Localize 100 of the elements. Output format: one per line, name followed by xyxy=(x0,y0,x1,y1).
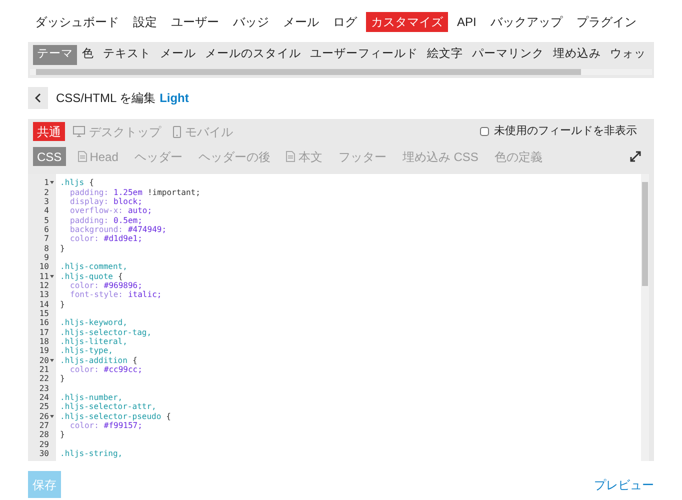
code-token: .hljs-selector-tag, xyxy=(60,328,152,337)
sub-nav-tab[interactable]: 埋め込み xyxy=(549,45,605,65)
page-title: CSS/HTML を編集 xyxy=(56,90,156,107)
code-token: overflow-x: xyxy=(69,206,123,216)
fold-caret-icon[interactable] xyxy=(50,274,54,278)
code-token: color: xyxy=(69,234,99,244)
nav-tab[interactable]: ユーザー xyxy=(166,12,224,32)
sub-nav-tab[interactable]: テキスト xyxy=(99,45,155,65)
nav-tab[interactable]: 設定 xyxy=(128,12,162,32)
fold-caret-icon[interactable] xyxy=(50,414,54,418)
line-number: 27 xyxy=(39,421,49,430)
nav-tab[interactable]: メール xyxy=(278,12,324,32)
sub-nav-tab[interactable]: テーマ xyxy=(33,45,77,65)
code-token: font-style: xyxy=(69,290,123,300)
line-number: 6 xyxy=(44,224,49,234)
code-token: } xyxy=(60,244,65,253)
code-token: } xyxy=(60,430,65,440)
code-token: #f99157; xyxy=(104,421,142,430)
line-number: 24 xyxy=(39,393,49,402)
code-token: } xyxy=(60,300,65,309)
line-number: 4 xyxy=(44,206,49,216)
code-token: auto; xyxy=(128,206,152,216)
code-token: { xyxy=(132,356,138,365)
line-number: 13 xyxy=(39,290,49,300)
line-number: 21 xyxy=(39,365,49,374)
sub-nav-tab[interactable]: メールのスタイル xyxy=(201,45,305,65)
code-token: { xyxy=(166,412,171,421)
sub-nav-tab[interactable]: ユーザーフィールド xyxy=(306,45,422,65)
line-number: 15 xyxy=(39,308,49,318)
nav-tab[interactable]: ダッシュボード xyxy=(30,12,124,32)
line-number: 5 xyxy=(44,216,49,225)
line-number: 11 xyxy=(39,272,49,281)
phone-icon xyxy=(173,126,181,138)
code-token: block; xyxy=(114,196,142,206)
line-number: 10 xyxy=(39,262,49,272)
code-token: color: xyxy=(70,280,99,290)
horizontal-scrollbar[interactable] xyxy=(30,69,652,75)
target-tab[interactable]: 共通 xyxy=(33,122,65,141)
monitor-icon xyxy=(73,126,85,137)
code-token: #474949; xyxy=(128,224,167,234)
nav-tab[interactable]: バッジ xyxy=(228,12,274,32)
code-token: { xyxy=(118,272,123,281)
code-token: .hljs-comment, xyxy=(60,262,128,272)
code-token: padding: xyxy=(69,216,109,225)
line-number: 26 xyxy=(39,412,49,421)
line-number: 14 xyxy=(39,300,49,309)
nav-tab[interactable]: バックアップ xyxy=(485,12,568,32)
code-token: italic; xyxy=(128,290,162,300)
nav-tab[interactable]: プラグイン xyxy=(571,12,642,32)
code-token: 1.25em xyxy=(114,188,142,197)
code-token: .hljs-literal, xyxy=(60,337,128,346)
sub-nav-tab[interactable]: パーマリンク xyxy=(468,45,548,65)
code-token: .hljs-quote xyxy=(60,272,113,281)
line-number: 18 xyxy=(39,337,49,346)
line-number: 19 xyxy=(39,346,49,356)
line-number: 2 xyxy=(44,188,49,197)
code-token: .hljs-type, xyxy=(60,346,113,356)
sub-nav-tab[interactable]: 絵文字 xyxy=(423,45,467,65)
chevron-left-icon xyxy=(35,93,41,103)
line-number: 7 xyxy=(44,234,49,244)
code-token: .hljs-keyword, xyxy=(60,318,128,328)
line-number: 1 xyxy=(44,178,49,188)
code-token: } xyxy=(60,374,65,384)
sub-nav-tab[interactable]: メール xyxy=(156,45,200,65)
hide-unused-checkbox[interactable] xyxy=(480,127,489,136)
code-token: .hljs-number, xyxy=(60,393,123,402)
document-icon xyxy=(78,151,87,162)
back-button[interactable] xyxy=(28,87,48,109)
line-number: 28 xyxy=(39,430,49,440)
code-token: !important; xyxy=(147,188,200,197)
line-number: 17 xyxy=(39,328,49,337)
expand-icon[interactable] xyxy=(630,151,641,162)
code-token: #d1d9e1; xyxy=(104,234,142,244)
fold-caret-icon[interactable] xyxy=(50,358,54,362)
nav-tab[interactable]: API xyxy=(452,12,482,32)
code-token: .hljs-selector-attr, xyxy=(60,402,156,412)
code-token: padding: xyxy=(69,188,109,197)
line-number: 25 xyxy=(39,402,49,412)
sub-nav-tab[interactable]: 色 xyxy=(78,45,98,65)
nav-tab[interactable]: カスタマイズ xyxy=(366,12,448,32)
code-token: 0.5em; xyxy=(114,216,142,225)
line-number: 22 xyxy=(39,374,49,384)
line-number: 23 xyxy=(39,384,49,393)
nav-tab[interactable]: ログ xyxy=(328,12,362,32)
line-number: 3 xyxy=(44,196,49,206)
line-number: 20 xyxy=(39,356,49,365)
line-number: 9 xyxy=(44,252,49,262)
sub-nav-tab[interactable]: ウォッ xyxy=(606,45,650,65)
line-number: 16 xyxy=(39,318,49,328)
vertical-scrollbar[interactable] xyxy=(641,174,649,461)
code-token: .hljs-addition xyxy=(60,356,128,365)
section-tab[interactable]: CSS xyxy=(33,147,66,166)
fold-caret-icon[interactable] xyxy=(50,181,54,184)
preview-link[interactable]: プレビュー xyxy=(594,476,654,494)
code-token: color: xyxy=(70,365,99,374)
code-token: #cc99cc; xyxy=(104,365,142,374)
code-token: .hljs-selector-pseudo xyxy=(60,412,162,421)
hide-unused-label: 未使用のフィールドを非表示 xyxy=(494,124,637,140)
code-token: #969896; xyxy=(104,280,142,290)
code-token: .hljs-string, xyxy=(60,449,123,458)
